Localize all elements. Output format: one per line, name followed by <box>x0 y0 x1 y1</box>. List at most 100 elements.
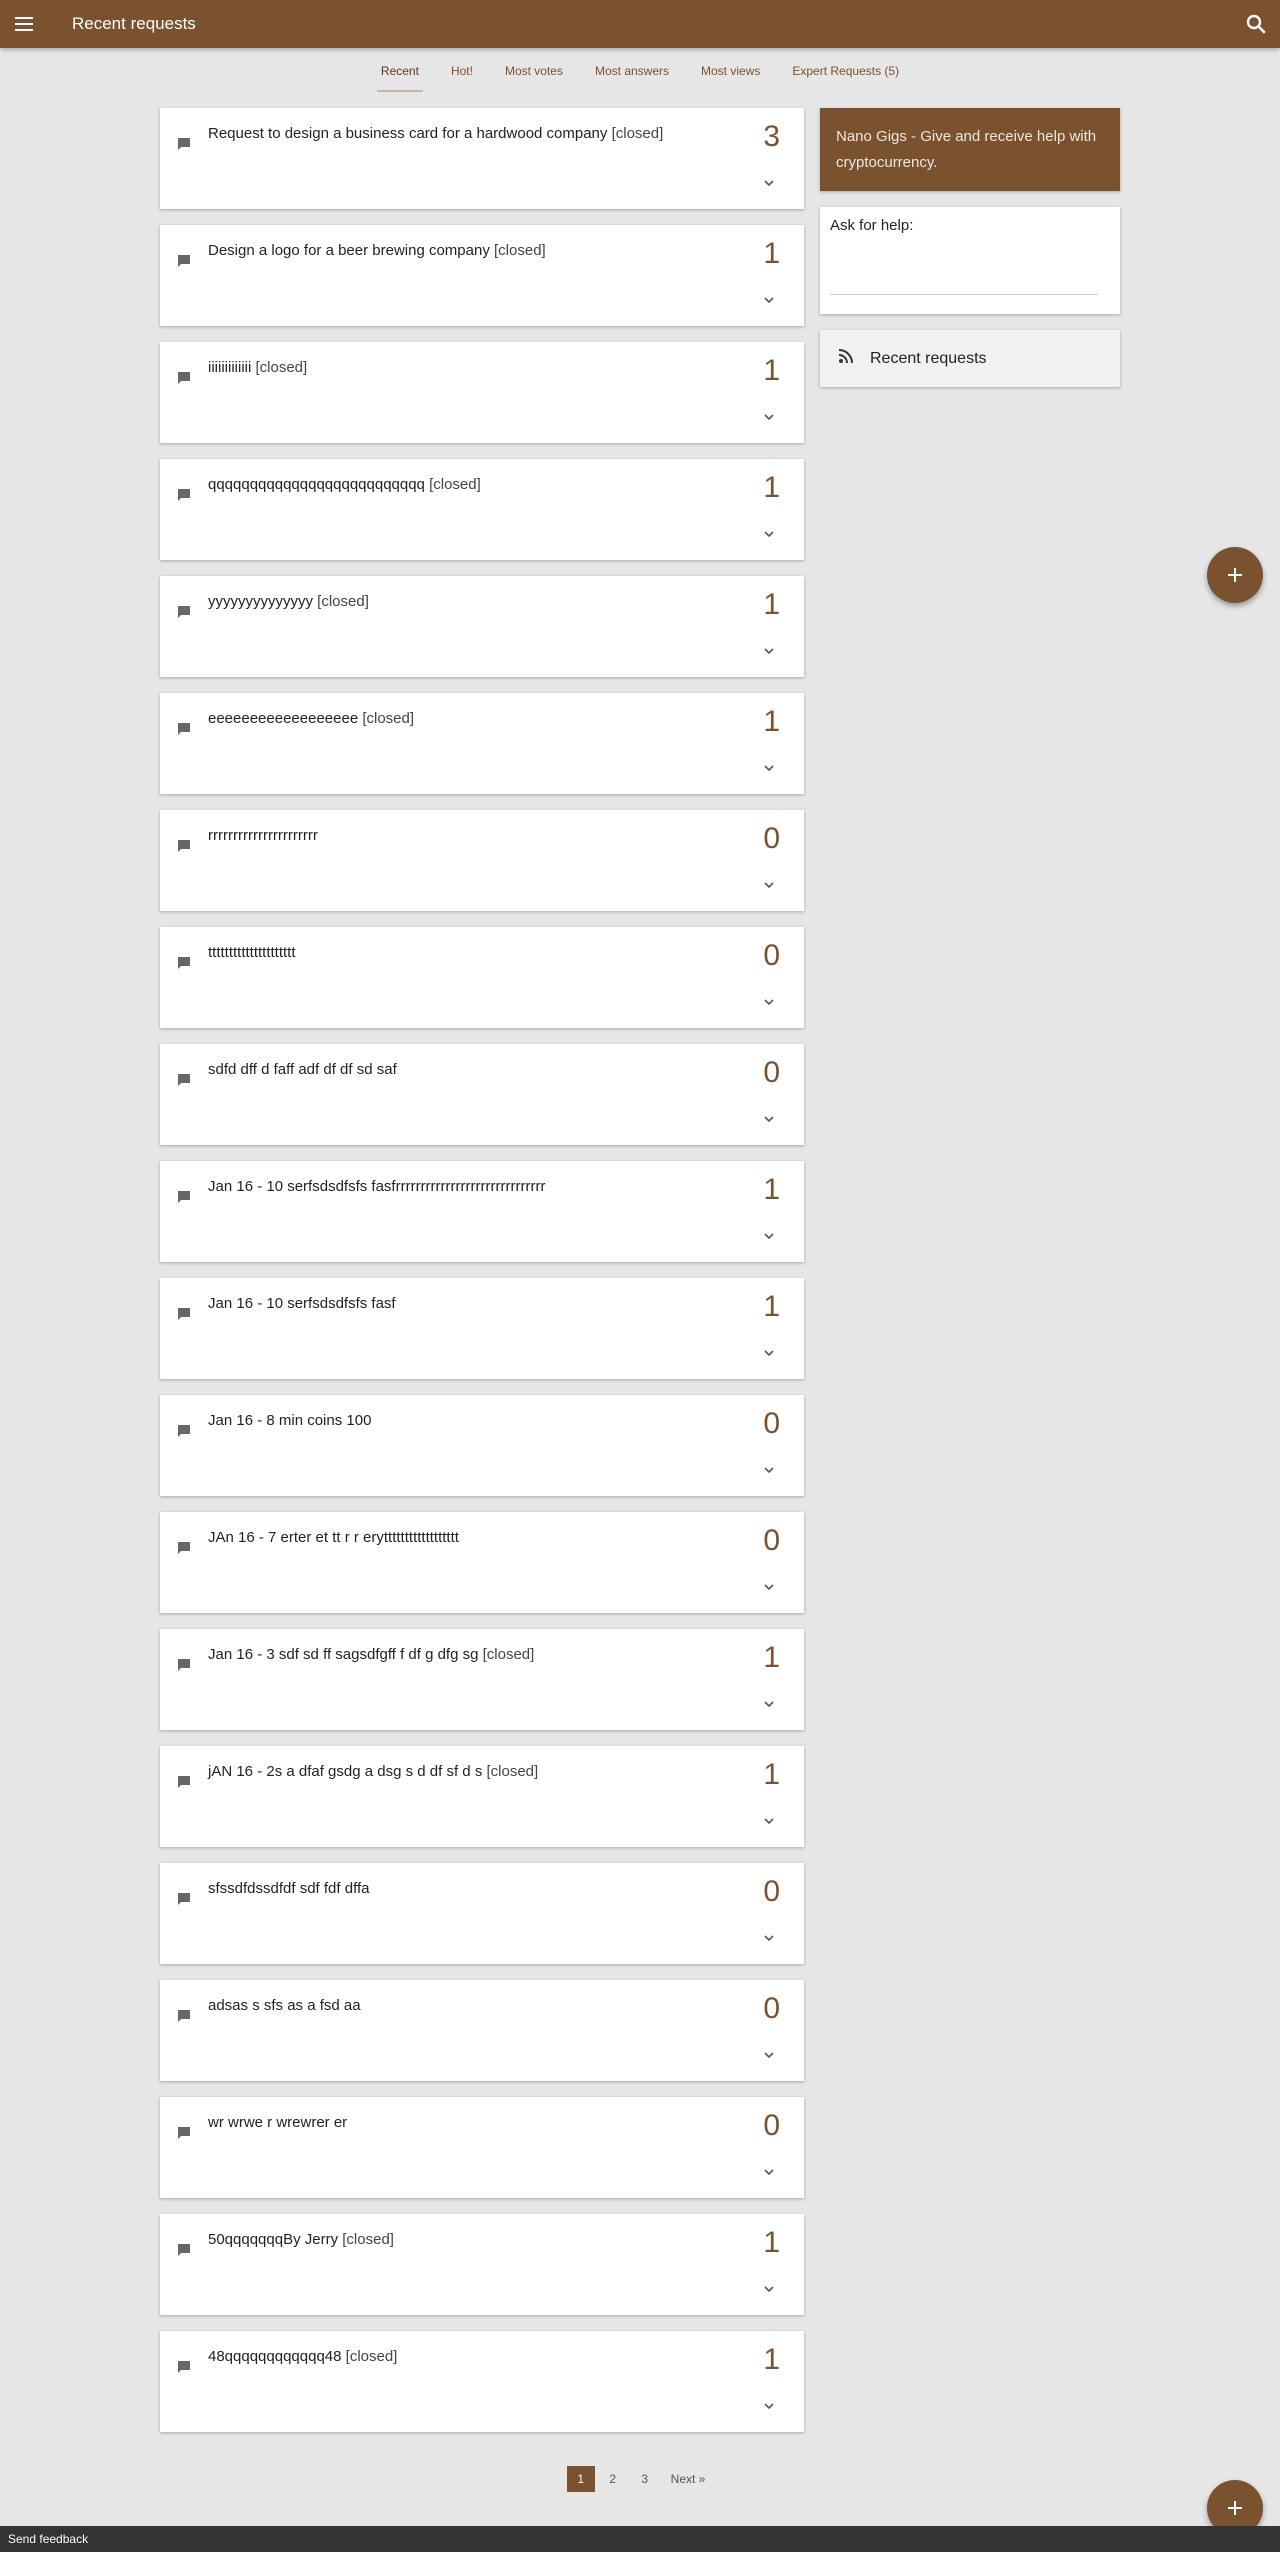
request-title[interactable]: iiiiiiiiiiiii [closed] <box>208 358 704 378</box>
tab-expert-requests-5[interactable]: Expert Requests (5) <box>776 48 915 94</box>
request-title[interactable]: Request to design a business card for a … <box>208 124 704 144</box>
request-title[interactable]: jAN 16 - 2s a dfaf gsdg a dsg s d df sf … <box>208 1762 704 1782</box>
request-card[interactable]: JAn 16 - 7 erter et tt r r erytttttttttt… <box>160 1512 804 1613</box>
request-card[interactable]: wr wrwe r wrewrer er 0 <box>160 2097 804 2198</box>
request-title[interactable]: Jan 16 - 10 serfsdsdfsfs fasfrrrrrrrrrrr… <box>208 1177 704 1197</box>
plus-icon <box>1228 2501 1242 2515</box>
rss-link[interactable]: Recent requests <box>820 330 1120 387</box>
tab-most-answers[interactable]: Most answers <box>579 48 685 94</box>
chevron-down-icon[interactable] <box>762 1580 776 1594</box>
add-request-button[interactable] <box>1207 547 1263 603</box>
closed-status: [closed] <box>429 476 481 493</box>
tab-most-votes[interactable]: Most votes <box>489 48 579 94</box>
request-card[interactable]: qqqqqqqqqqqqqqqqqqqqqqqqqq [closed] 1 <box>160 459 804 560</box>
request-title-text: Jan 16 - 8 min coins 100 <box>208 1412 372 1429</box>
chevron-down-icon[interactable] <box>762 527 776 541</box>
request-title[interactable]: rrrrrrrrrrrrrrrrrrrrrr <box>208 826 704 846</box>
request-card[interactable]: rrrrrrrrrrrrrrrrrrrrrr 0 <box>160 810 804 911</box>
request-title-text: Request to design a business card for a … <box>208 125 608 142</box>
request-card[interactable]: 48qqqqqqqqqqqq48 [closed] 1 <box>160 2331 804 2432</box>
chat-bubble-icon <box>176 604 192 620</box>
request-card[interactable]: sdfd dff d faff adf df df sd saf 0 <box>160 1044 804 1145</box>
answer-count: 0 <box>763 822 780 855</box>
request-title-text: Design a logo for a beer brewing company <box>208 242 490 259</box>
chat-bubble-icon <box>176 2008 192 2024</box>
chat-bubble-icon <box>176 1423 192 1439</box>
chevron-down-icon[interactable] <box>762 1346 776 1360</box>
request-title[interactable]: 48qqqqqqqqqqqq48 [closed] <box>208 2347 704 2367</box>
tab-most-views[interactable]: Most views <box>685 48 776 94</box>
chevron-down-icon[interactable] <box>762 995 776 1009</box>
request-title-text: Jan 16 - 10 serfsdsdfsfs fasf <box>208 1295 396 1312</box>
chat-bubble-icon <box>176 370 192 386</box>
page-1[interactable]: 1 <box>566 2466 595 2492</box>
answer-count: 1 <box>763 1641 780 1674</box>
chevron-down-icon[interactable] <box>762 2048 776 2062</box>
page-2[interactable]: 2 <box>599 2466 627 2492</box>
chevron-down-icon[interactable] <box>762 2282 776 2296</box>
chevron-down-icon[interactable] <box>762 1814 776 1828</box>
answer-count: 1 <box>763 1290 780 1323</box>
chevron-down-icon[interactable] <box>762 2165 776 2179</box>
request-title[interactable]: sdfd dff d faff adf df df sd saf <box>208 1060 704 1080</box>
chevron-down-icon[interactable] <box>762 293 776 307</box>
request-title[interactable]: adsas s sfs as a fsd aa <box>208 1996 704 2016</box>
request-title[interactable]: eeeeeeeeeeeeeeeeee [closed] <box>208 709 704 729</box>
request-card[interactable]: sfssdfdssdfdf sdf fdf dffa 0 <box>160 1863 804 1964</box>
request-card[interactable]: eeeeeeeeeeeeeeeeee [closed] 1 <box>160 693 804 794</box>
request-title[interactable]: Jan 16 - 3 sdf sd ff sagsdfgff f df g df… <box>208 1645 704 1665</box>
request-title[interactable]: ttttttttttttttttttttt <box>208 943 704 963</box>
tab-recent[interactable]: Recent <box>365 48 435 94</box>
request-title[interactable]: yyyyyyyyyyyyyy [closed] <box>208 592 704 612</box>
tab-hot[interactable]: Hot! <box>435 48 489 94</box>
request-title-text: adsas s sfs as a fsd aa <box>208 1997 361 2014</box>
ask-input[interactable] <box>830 267 1098 295</box>
request-title-text: 50qqqqqqqBy Jerry <box>208 2231 339 2248</box>
request-card[interactable]: Design a logo for a beer brewing company… <box>160 225 804 326</box>
request-title[interactable]: qqqqqqqqqqqqqqqqqqqqqqqqqq [closed] <box>208 475 704 495</box>
answer-count: 1 <box>763 354 780 387</box>
answer-count: 1 <box>763 237 780 270</box>
request-title[interactable]: Jan 16 - 10 serfsdsdfsfs fasf <box>208 1294 704 1314</box>
request-card[interactable]: Jan 16 - 10 serfsdsdfsfs fasf 1 <box>160 1278 804 1379</box>
rss-icon <box>838 348 854 369</box>
request-card[interactable]: Jan 16 - 8 min coins 100 0 <box>160 1395 804 1496</box>
request-card[interactable]: jAN 16 - 2s a dfaf gsdg a dsg s d df sf … <box>160 1746 804 1847</box>
request-title-text: 48qqqqqqqqqqqq48 <box>208 2348 342 2365</box>
request-title[interactable]: JAn 16 - 7 erter et tt r r erytttttttttt… <box>208 1528 704 1548</box>
chat-bubble-icon <box>176 1072 192 1088</box>
chevron-down-icon[interactable] <box>762 1463 776 1477</box>
closed-status: [closed] <box>345 2348 398 2365</box>
chevron-down-icon[interactable] <box>762 644 776 658</box>
request-title-text: ttttttttttttttttttttt <box>208 944 296 961</box>
request-card[interactable]: Jan 16 - 10 serfsdsdfsfs fasfrrrrrrrrrrr… <box>160 1161 804 1262</box>
chevron-down-icon[interactable] <box>762 1697 776 1711</box>
chevron-down-icon[interactable] <box>762 410 776 424</box>
chat-bubble-icon <box>176 721 192 737</box>
request-card[interactable]: yyyyyyyyyyyyyy [closed] 1 <box>160 576 804 677</box>
request-card[interactable]: adsas s sfs as a fsd aa 0 <box>160 1980 804 2081</box>
request-card[interactable]: 50qqqqqqqBy Jerry [closed] 1 <box>160 2214 804 2315</box>
request-card[interactable]: Request to design a business card for a … <box>160 108 804 209</box>
request-title[interactable]: 50qqqqqqqBy Jerry [closed] <box>208 2230 704 2250</box>
chevron-down-icon[interactable] <box>762 1229 776 1243</box>
request-title[interactable]: Design a logo for a beer brewing company… <box>208 241 704 261</box>
chevron-down-icon[interactable] <box>762 761 776 775</box>
menu-icon[interactable] <box>0 0 48 48</box>
request-title[interactable]: sfssdfdssdfdf sdf fdf dffa <box>208 1879 704 1899</box>
send-feedback-link[interactable]: Send feedback <box>8 2532 88 2546</box>
chevron-down-icon[interactable] <box>762 1931 776 1945</box>
next-page-link[interactable]: Next » <box>663 2466 714 2492</box>
request-card[interactable]: ttttttttttttttttttttt 0 <box>160 927 804 1028</box>
request-title[interactable]: wr wrwe r wrewrer er <box>208 2113 704 2133</box>
chevron-down-icon[interactable] <box>762 878 776 892</box>
request-title[interactable]: Jan 16 - 8 min coins 100 <box>208 1411 704 1431</box>
chevron-down-icon[interactable] <box>762 2399 776 2413</box>
request-card[interactable]: Jan 16 - 3 sdf sd ff sagsdfgff f df g df… <box>160 1629 804 1730</box>
chevron-down-icon[interactable] <box>762 176 776 190</box>
request-title-text: eeeeeeeeeeeeeeeeee <box>208 710 359 727</box>
page-3[interactable]: 3 <box>631 2466 659 2492</box>
chevron-down-icon[interactable] <box>762 1112 776 1126</box>
request-card[interactable]: iiiiiiiiiiiii [closed] 1 <box>160 342 804 443</box>
search-icon[interactable] <box>1244 12 1268 36</box>
